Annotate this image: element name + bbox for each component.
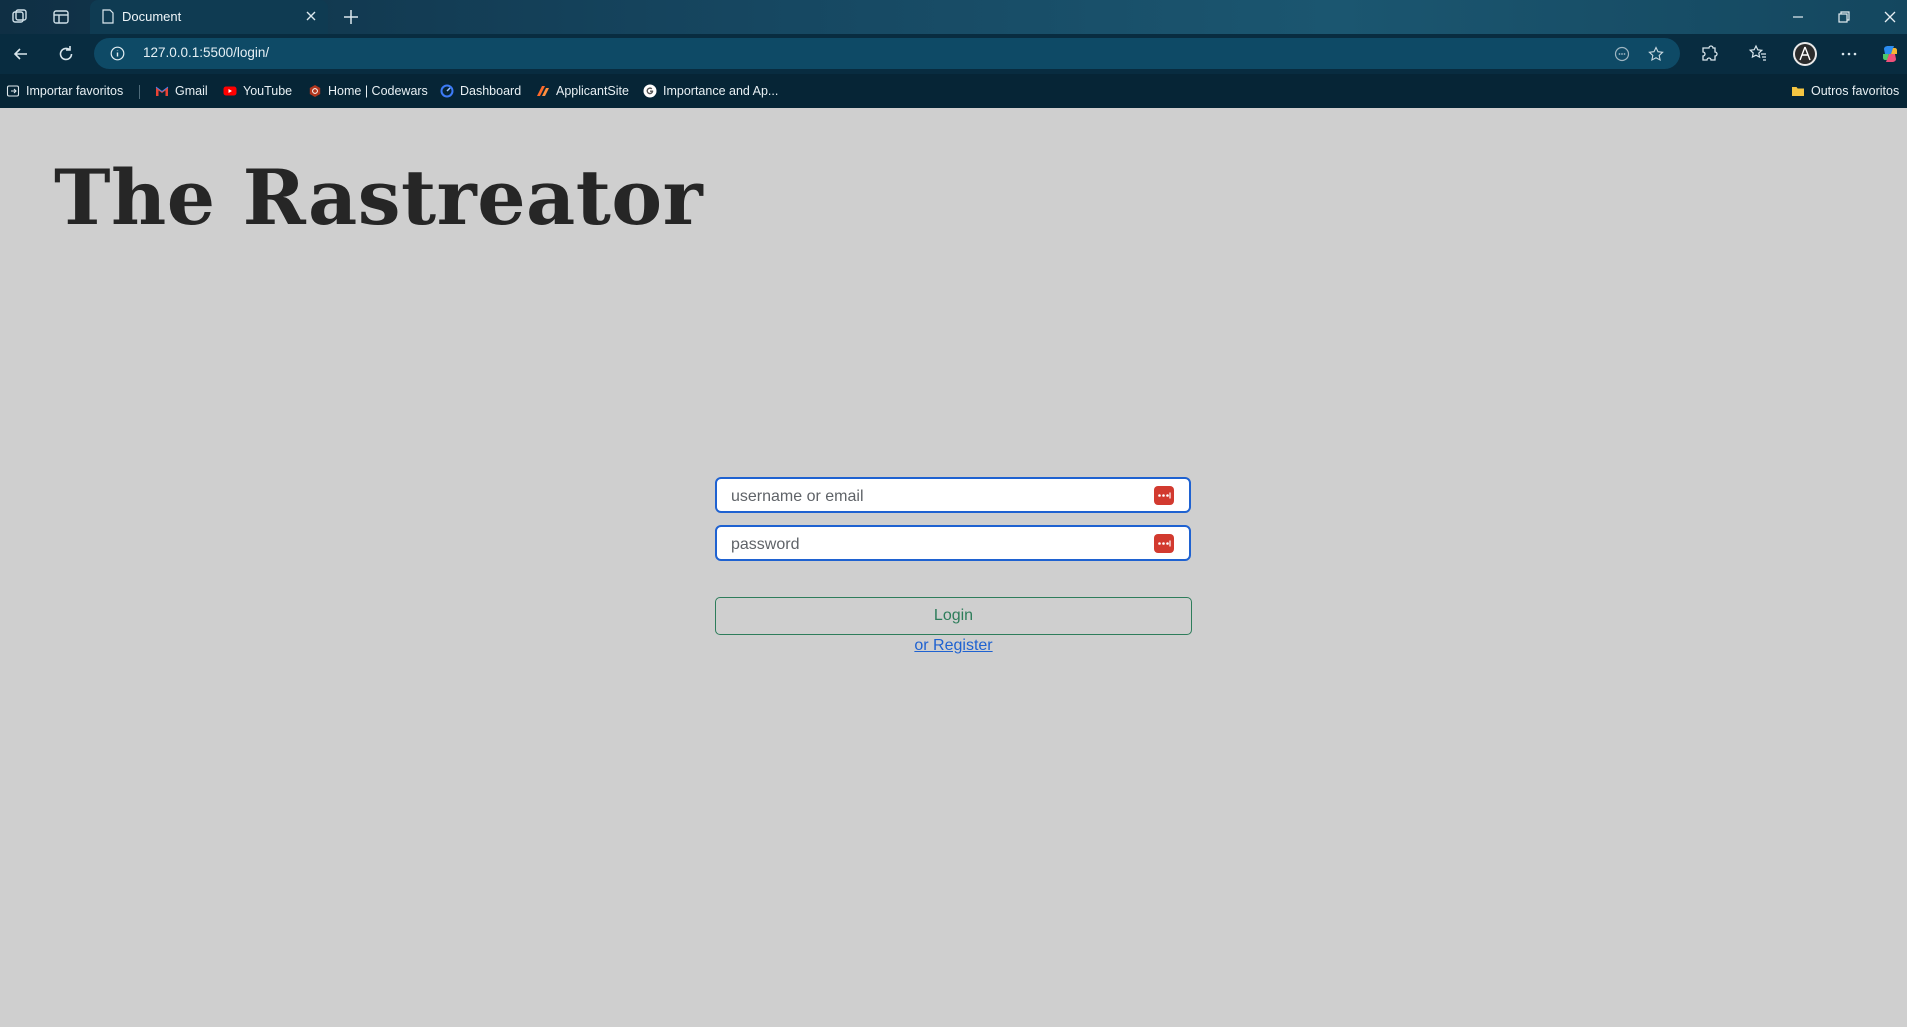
bookmark-youtube[interactable]: YouTube xyxy=(223,83,292,99)
tab-document[interactable]: Document xyxy=(90,0,328,34)
profile-icon xyxy=(1795,44,1815,64)
tab-actions-icon[interactable] xyxy=(52,8,70,26)
gmail-icon xyxy=(155,86,169,96)
refresh-icon[interactable] xyxy=(56,44,76,64)
google-icon xyxy=(643,84,657,98)
applicantsite-icon xyxy=(537,86,549,96)
password-input[interactable] xyxy=(729,533,1133,557)
bookmarks-bar: Importar favoritos Gmail YouTube Home | … xyxy=(0,74,1907,108)
restore-icon[interactable] xyxy=(1836,9,1852,25)
bookmark-outros-favoritos[interactable]: Outros favoritos xyxy=(1791,83,1899,99)
page-title: The Rastreator xyxy=(54,153,704,242)
address-bar[interactable]: 127.0.0.1:5500/login/ xyxy=(94,38,1680,69)
dashboard-icon xyxy=(440,84,454,98)
favorite-star-icon[interactable] xyxy=(1648,46,1664,62)
workspaces-icon[interactable] xyxy=(10,8,28,26)
password-manager-icon[interactable] xyxy=(1154,534,1174,553)
minimize-icon[interactable] xyxy=(1790,9,1806,25)
back-icon[interactable] xyxy=(11,44,31,64)
bookmark-importance[interactable]: Importance and Ap... xyxy=(643,83,778,99)
copilot-icon[interactable] xyxy=(1880,44,1900,64)
bookmark-applicantsite[interactable]: ApplicantSite xyxy=(536,83,629,99)
favorites-icon[interactable] xyxy=(1748,44,1768,64)
document-icon xyxy=(102,9,114,24)
new-tab-icon[interactable] xyxy=(342,8,360,26)
close-tab-icon[interactable] xyxy=(304,9,318,23)
profile-avatar[interactable] xyxy=(1793,42,1817,66)
bookmarks-separator xyxy=(139,85,140,99)
password-field[interactable] xyxy=(715,525,1191,561)
register-link[interactable]: or Register xyxy=(914,637,992,654)
username-field[interactable] xyxy=(715,477,1191,513)
bookmark-importar-favoritos[interactable]: Importar favoritos xyxy=(6,83,123,99)
reading-mode-icon[interactable] xyxy=(1614,46,1630,62)
close-window-icon[interactable] xyxy=(1882,9,1898,25)
site-info-icon[interactable] xyxy=(110,46,125,61)
more-options-icon[interactable] xyxy=(1839,44,1859,64)
import-icon xyxy=(6,85,20,97)
tab-title: Document xyxy=(122,9,182,24)
bookmark-dashboard[interactable]: Dashboard xyxy=(440,83,521,99)
youtube-icon xyxy=(223,86,237,96)
codewars-icon xyxy=(309,85,321,97)
extensions-icon[interactable] xyxy=(1699,44,1719,64)
register-row: or Register xyxy=(0,637,1907,655)
folder-icon xyxy=(1792,87,1804,96)
browser-toolbar: 127.0.0.1:5500/login/ xyxy=(0,34,1907,74)
page-content: The Rastreator Login or Register xyxy=(0,108,1907,1027)
address-url[interactable]: 127.0.0.1:5500/login/ xyxy=(143,45,269,60)
browser-tab-strip: Document xyxy=(0,0,1907,34)
username-input[interactable] xyxy=(729,485,1133,509)
bookmark-gmail[interactable]: Gmail xyxy=(155,83,208,99)
login-button[interactable]: Login xyxy=(715,597,1192,635)
password-manager-icon[interactable] xyxy=(1154,486,1174,505)
dots-icon xyxy=(1158,492,1171,499)
bookmark-codewars[interactable]: Home | Codewars xyxy=(308,83,428,99)
dots-icon xyxy=(1158,540,1171,547)
